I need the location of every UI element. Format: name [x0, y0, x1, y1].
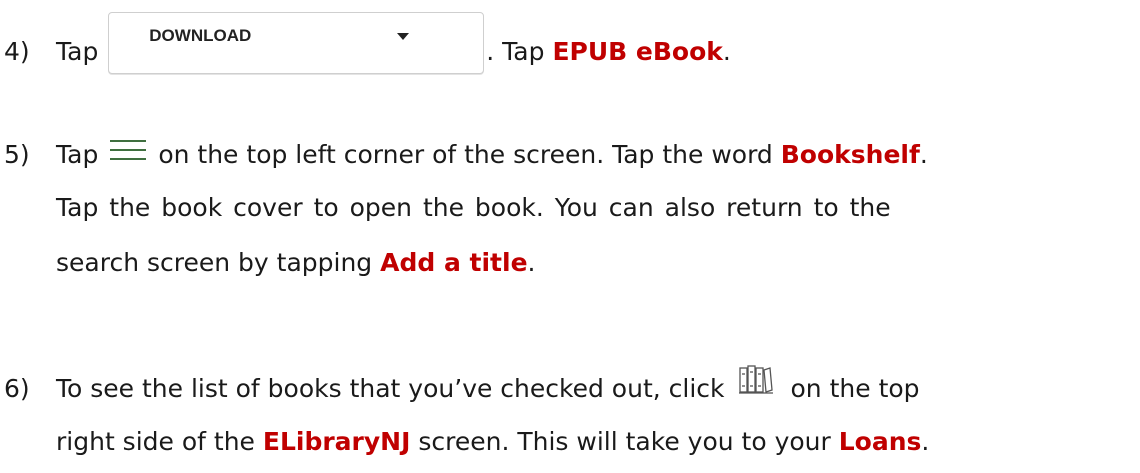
- step-5-line-1: 5) Tap on the top left corner of the scree…: [4, 140, 928, 169]
- step-5-line-2: Tap the book cover to open the book. You…: [56, 193, 891, 222]
- download-label: DOWNLOAD: [149, 26, 252, 45]
- step-text: .: [527, 248, 536, 277]
- step-4-line: 4) Tap DOWNLOAD . Tap EPUB eBook.: [4, 12, 731, 84]
- step-text: on the top: [790, 374, 920, 403]
- step-text: Tap: [56, 37, 99, 66]
- bookshelf-highlight: Bookshelf: [780, 140, 920, 169]
- elibrarynj-highlight: ELibraryNJ: [262, 427, 411, 456]
- add-a-title-highlight: Add a title: [380, 248, 528, 277]
- bookshelf-icon: [738, 364, 773, 400]
- step-text: Tap the book cover to open the book. You…: [56, 193, 891, 222]
- step-text: .: [919, 140, 928, 169]
- step-6-line-2: right side of the ELibraryNJ screen. Thi…: [56, 427, 929, 456]
- epub-ebook-highlight: EPUB eBook: [552, 37, 723, 66]
- dropdown-caret-icon: [397, 33, 410, 40]
- step-text: .: [722, 37, 731, 66]
- step-text: on the top left corner of the screen. Ta…: [158, 140, 781, 169]
- step-text: .: [921, 427, 930, 456]
- step-text: . Tap: [486, 37, 553, 66]
- loans-highlight: Loans: [838, 427, 922, 456]
- step-number: 4): [4, 37, 30, 66]
- step-text: right side of the: [56, 427, 263, 456]
- step-6-line-1: 6) To see the list of books that you’ve c…: [4, 365, 920, 408]
- download-dropdown-button[interactable]: DOWNLOAD: [108, 12, 485, 74]
- step-text: To see the list of books that you’ve che…: [56, 374, 725, 403]
- step-text: Tap: [56, 140, 99, 169]
- step-text: search screen by tapping: [56, 248, 381, 277]
- step-number: 5): [4, 140, 30, 169]
- step-text: screen. This will take you to your: [410, 427, 839, 456]
- step-number: 6): [4, 374, 30, 403]
- hamburger-menu-icon: [110, 138, 147, 162]
- step-5-line-3: search screen by tapping Add a title.: [56, 248, 536, 277]
